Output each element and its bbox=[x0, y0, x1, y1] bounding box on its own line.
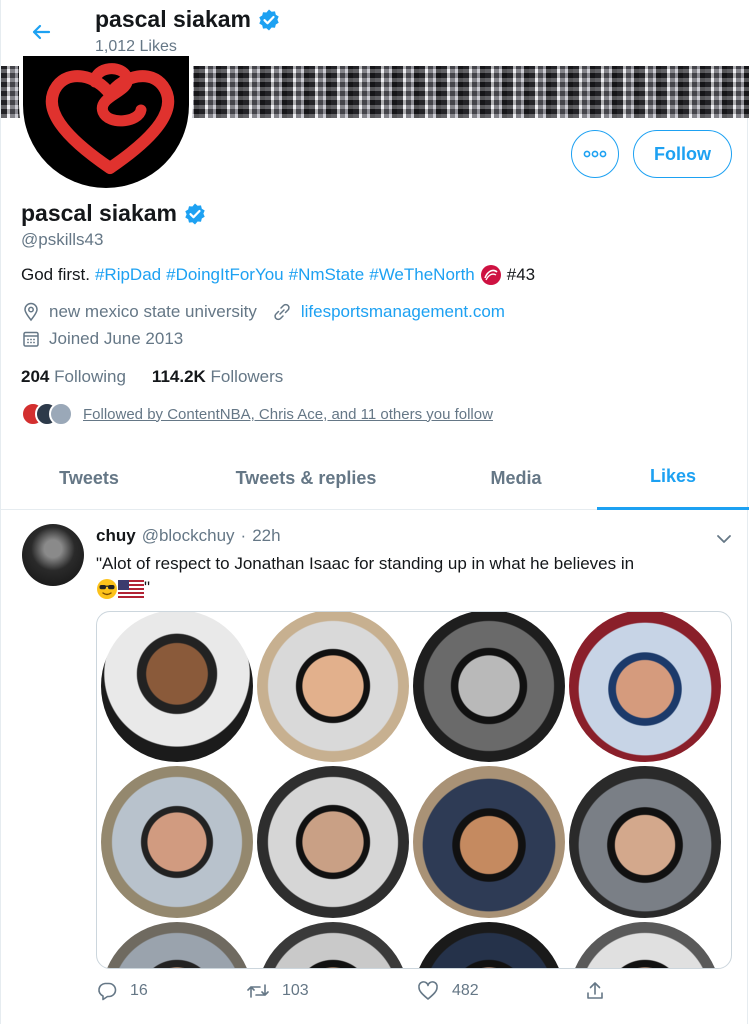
like-button[interactable]: 482 bbox=[416, 980, 584, 1002]
image-face bbox=[101, 766, 253, 918]
profile-meta-row: new mexico state university lifesportsma… bbox=[21, 302, 505, 322]
follower-avatars bbox=[21, 402, 73, 426]
back-arrow-icon bbox=[32, 24, 51, 40]
tab-tweets[interactable]: Tweets bbox=[1, 446, 177, 510]
image-face bbox=[569, 612, 721, 762]
tweet-text-end: " bbox=[144, 578, 151, 597]
tweet-menu-button[interactable] bbox=[713, 528, 735, 550]
avatar bbox=[49, 402, 73, 426]
location-icon bbox=[24, 302, 38, 322]
tweet-author-handle[interactable]: @blockchuy bbox=[142, 526, 235, 546]
reply-count: 16 bbox=[130, 982, 148, 999]
profile-bio: God first. #RipDad #DoingItForYou #NmSta… bbox=[21, 264, 535, 286]
share-button[interactable] bbox=[584, 980, 606, 1002]
more-icon bbox=[583, 150, 607, 158]
image-face bbox=[101, 612, 253, 762]
image-face bbox=[101, 922, 253, 968]
like-icon bbox=[418, 981, 438, 1000]
reply-button[interactable]: 16 bbox=[96, 980, 246, 1002]
hashtag-link[interactable]: #WeTheNorth bbox=[369, 265, 475, 285]
header-likes-count: 1,012 Likes bbox=[95, 38, 177, 55]
image-face bbox=[413, 766, 565, 918]
image-face bbox=[257, 922, 409, 968]
retweet-icon bbox=[247, 984, 269, 998]
share-icon bbox=[587, 982, 603, 999]
hashtag-link[interactable]: #DoingItForYou bbox=[166, 265, 284, 285]
following-count: 204 bbox=[21, 367, 50, 386]
followed-by-row[interactable]: Followed by ContentNBA, Chris Ace, and 1… bbox=[21, 402, 493, 426]
hashtag-link[interactable]: #RipDad bbox=[95, 265, 161, 285]
tab-likes[interactable]: Likes bbox=[597, 446, 749, 510]
followers-stat[interactable]: 114.2K Followers bbox=[152, 367, 283, 387]
tab-media[interactable]: Media bbox=[435, 446, 597, 510]
header-title: pascal siakam bbox=[95, 6, 281, 33]
followed-by-text: Followed by ContentNBA, Chris Ace, and 1… bbox=[83, 405, 493, 423]
calendar-icon bbox=[23, 331, 39, 347]
profile-display-name: pascal siakam bbox=[21, 200, 178, 226]
profile-name: pascal siakam bbox=[21, 200, 207, 227]
hashtag-link[interactable]: #NmState bbox=[289, 265, 365, 285]
followers-label: Followers bbox=[210, 367, 284, 386]
profile-avatar[interactable] bbox=[19, 56, 193, 192]
following-label: Following bbox=[54, 367, 126, 386]
us-flag-emoji-icon bbox=[118, 579, 144, 598]
profile-handle: @pskills43 bbox=[21, 230, 104, 249]
more-options-button[interactable] bbox=[571, 130, 619, 178]
image-face bbox=[569, 922, 721, 968]
chevron-down-icon bbox=[717, 535, 731, 543]
profile-meta-row: Joined June 2013 bbox=[21, 329, 183, 349]
follow-button[interactable]: Follow bbox=[633, 130, 732, 178]
profile-website-link[interactable]: lifesportsmanagement.com bbox=[301, 302, 505, 322]
tweet-author-name[interactable]: chuy bbox=[96, 526, 136, 546]
verified-badge-icon bbox=[183, 202, 207, 226]
reply-icon bbox=[98, 982, 117, 1001]
tweet-header: chuy @blockchuy · 22h bbox=[96, 526, 281, 546]
tweet-image[interactable] bbox=[96, 611, 732, 969]
profile-joined-date: Joined June 2013 bbox=[49, 329, 184, 348]
header-name: pascal siakam bbox=[95, 6, 252, 32]
followers-count: 114.2K bbox=[151, 367, 206, 386]
retweet-count: 103 bbox=[282, 982, 309, 999]
following-stat[interactable]: 204 Following bbox=[21, 367, 126, 387]
image-face bbox=[413, 612, 565, 762]
like-count: 482 bbox=[452, 982, 479, 999]
tweet-author-avatar[interactable] bbox=[22, 524, 84, 586]
image-face bbox=[257, 612, 409, 762]
sunglasses-emoji-icon bbox=[97, 578, 117, 599]
raptors-emoji-icon bbox=[480, 264, 502, 286]
profile-tabs: Tweets Tweets & replies Media Likes bbox=[1, 446, 749, 510]
bio-number: #43 bbox=[506, 265, 536, 284]
image-face bbox=[257, 766, 409, 918]
tweet-actions: 16 103 482 bbox=[96, 980, 656, 1002]
link-icon bbox=[274, 303, 290, 321]
verified-badge-icon bbox=[257, 8, 281, 32]
tweet-text-body: "Alot of respect to Jonathan Isaac for s… bbox=[96, 554, 635, 573]
back-button[interactable] bbox=[23, 14, 59, 50]
ps-logo-icon bbox=[45, 63, 175, 174]
retweet-button[interactable]: 103 bbox=[246, 980, 416, 1002]
tweet-timestamp[interactable]: 22h bbox=[252, 526, 280, 546]
profile-stats: 204 Following 114.2K Followers bbox=[21, 367, 283, 387]
bio-text: God first. bbox=[21, 265, 90, 284]
tab-tweets-replies[interactable]: Tweets & replies bbox=[177, 446, 435, 510]
image-face bbox=[413, 922, 565, 968]
tweet-separator: · bbox=[240, 526, 247, 545]
image-face bbox=[569, 766, 721, 918]
profile-location: new mexico state university bbox=[49, 302, 257, 321]
tweet-text: "Alot of respect to Jonathan Isaac for s… bbox=[96, 552, 726, 600]
profile-column: pascal siakam 1,012 Likes Follow pascal … bbox=[0, 0, 749, 1024]
